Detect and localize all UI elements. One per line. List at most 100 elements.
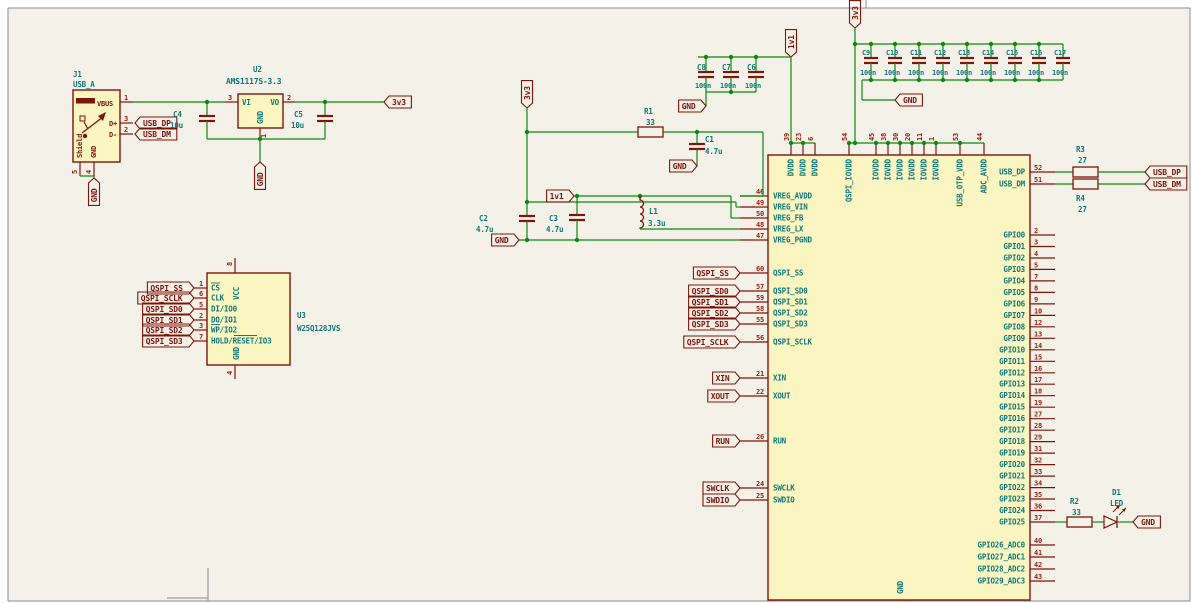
pin-name: QSPI_SD2: [773, 309, 808, 318]
ref-r1: R1: [644, 107, 653, 116]
value-bank: 100n: [860, 69, 876, 77]
global-label-text: USB_DP: [1153, 168, 1181, 177]
value-r2: 33: [1072, 508, 1081, 517]
ref-r2: R2: [1070, 497, 1079, 506]
ref-bank: C12: [934, 49, 946, 57]
pin-name: GPIO23: [999, 495, 1026, 504]
pin-number: 52: [1034, 164, 1042, 172]
pin-name: QSPI_SD3: [773, 320, 808, 329]
pin-number: 5: [71, 170, 79, 174]
pin-name: GPIO12: [999, 368, 1025, 377]
pin-number: 24: [756, 480, 764, 488]
value-l1: 3.3u: [648, 219, 665, 228]
pin-number: 22: [756, 388, 764, 396]
global-label-text: QSPI_SCLK: [141, 294, 183, 303]
junction: [874, 141, 878, 145]
pin-number: 21: [756, 370, 764, 378]
value-u2: AMS1117S-3.3: [226, 77, 282, 86]
pin-number: 2: [287, 94, 291, 102]
ref-bank: C17: [1054, 49, 1066, 57]
vbus-bar-icon: [76, 98, 95, 104]
pin-name: IOVDD: [932, 158, 941, 180]
pin-name: GPIO3: [1003, 265, 1025, 274]
value-u3: W25Q128JVS: [297, 324, 341, 333]
global-label-text: SWDIO: [706, 496, 729, 505]
pin-name: ADC_AVDD: [980, 158, 989, 193]
pin-name: DVDD: [799, 158, 808, 176]
junction: [801, 141, 805, 145]
symbol-mcu[interactable]: [768, 155, 1030, 600]
pin-number: 5: [1034, 261, 1038, 269]
pin-name: GPIO4: [1003, 276, 1025, 285]
text-label: GND: [256, 110, 265, 124]
ref-u3: U3: [297, 311, 306, 320]
pin-number: 32: [1034, 457, 1042, 465]
pin-name: GPIO24: [999, 506, 1026, 515]
pin-number: 59: [756, 294, 764, 302]
pin-name: WP/IO2: [211, 326, 237, 335]
value-c6: 100n: [745, 82, 761, 90]
ref-l1: L1: [649, 207, 658, 216]
pin-name: USB_DP: [999, 168, 1026, 177]
ref-c5: C5: [294, 110, 303, 119]
pin-name: GPIO0: [1003, 231, 1025, 240]
pin-number: 12: [1034, 319, 1042, 327]
pin-name: DI/IO0: [211, 305, 238, 314]
junction: [1037, 42, 1041, 46]
value-r1: 33: [646, 118, 655, 127]
pin-name: USB_OTP_VDD: [956, 158, 965, 206]
pin-number: 37: [1034, 514, 1042, 522]
value-bank: 100n: [1052, 69, 1068, 77]
pin-name: VREG_FB: [773, 214, 804, 223]
pin-number: 56: [756, 334, 764, 342]
ref-c3: C3: [549, 214, 558, 223]
pin-number: 50: [756, 210, 764, 218]
global-label-text: SWCLK: [706, 484, 729, 493]
junction: [869, 42, 873, 46]
pin-number: 13: [1034, 330, 1042, 338]
pin-name: VREG_PGND: [773, 236, 813, 245]
junction: [729, 55, 733, 59]
value-bank: 100n: [884, 69, 900, 77]
ref-bank: C14: [982, 49, 994, 57]
junction: [789, 141, 793, 145]
value-bank: 100n: [980, 69, 996, 77]
pin-number: 9: [1034, 296, 1038, 304]
global-label-text: USB_DM: [143, 130, 171, 139]
power-label-text: GND: [90, 188, 99, 202]
schematic-canvas[interactable]: J1USB_AVBUS13D+2D-ShieldGND54GNDUSB_DPUS…: [0, 0, 1192, 603]
junction: [958, 141, 962, 145]
pin-number: 31: [1034, 445, 1042, 453]
value-c5: 10u: [291, 121, 304, 130]
pin-name: GPIO16: [999, 414, 1026, 423]
pin-number: 4: [85, 170, 93, 174]
text-label: VO: [270, 98, 279, 107]
ref-bank: C16: [1030, 49, 1042, 57]
pin-name: GPIO1: [1003, 242, 1025, 251]
pin-number: 2: [124, 126, 128, 134]
pin-number: 15: [1034, 353, 1042, 361]
value-bank: 100n: [932, 69, 948, 77]
pin-number: 42: [1034, 561, 1042, 569]
pin-number: 35: [1034, 491, 1042, 499]
pin-number: 3: [228, 94, 232, 102]
pin-number: 40: [1034, 537, 1042, 545]
pin-name: IOVDD: [896, 158, 905, 180]
pin-number: 26: [756, 433, 764, 441]
ref-r3: R3: [1076, 145, 1085, 154]
pin-name: GPIO29_ADC3: [978, 577, 1026, 586]
junction: [893, 42, 897, 46]
value-d1: LED: [1110, 499, 1124, 508]
ref-c8: C8: [697, 63, 706, 72]
text-label: Shield: [76, 134, 84, 158]
pin-name: GPIO6: [1003, 299, 1025, 308]
pin-name: IOVDD: [920, 158, 929, 180]
junction: [575, 238, 579, 242]
junction: [965, 42, 969, 46]
pin-name: VREG_AVDD: [773, 192, 813, 201]
pin-name: VREG_VIN: [773, 203, 808, 212]
value-bank: 100n: [1028, 69, 1044, 77]
junction: [729, 90, 733, 94]
value-c7: 100n: [720, 82, 736, 90]
pin-name: RUN: [773, 437, 787, 446]
